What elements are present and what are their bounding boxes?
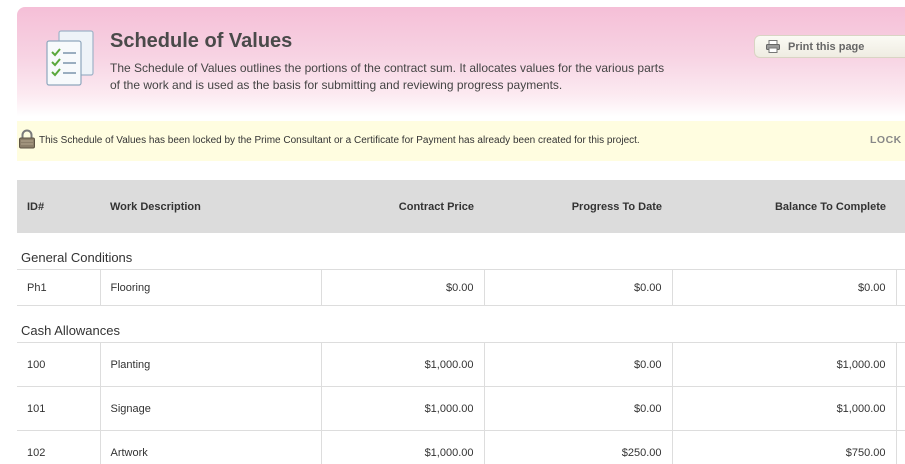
table-row[interactable]: 102 Artwork $1,000.00 $250.00 $750.00 — [17, 430, 905, 464]
table-row[interactable]: 101 Signage $1,000.00 $0.00 $1,000.00 — [17, 386, 905, 431]
print-page-button[interactable]: Print this page — [754, 35, 905, 58]
lock-link[interactable]: LOCK — [870, 134, 902, 146]
group-row: Cash Allowances — [17, 305, 905, 343]
group-name: General Conditions — [17, 233, 905, 270]
row-extra-cell — [895, 342, 905, 387]
row-contract-price: $1,000.00 — [320, 386, 484, 431]
column-header-progress-to-date[interactable]: Progress To Date — [484, 180, 672, 233]
column-header-id[interactable]: ID# — [17, 180, 100, 233]
row-balance-to-complete: $1,000.00 — [671, 342, 896, 387]
row-extra-cell — [895, 386, 905, 431]
column-header-work-description[interactable]: Work Description — [100, 180, 321, 233]
lock-notice: This Schedule of Values has been locked … — [17, 121, 905, 161]
table-row[interactable]: 100 Planting $1,000.00 $0.00 $1,000.00 — [17, 342, 905, 387]
padlock-icon — [19, 129, 35, 149]
column-header-contract-price[interactable]: Contract Price — [321, 180, 484, 233]
row-balance-to-complete: $0.00 — [671, 269, 896, 306]
column-header-extra — [896, 180, 905, 233]
printer-icon — [766, 40, 780, 53]
table-row[interactable]: Ph1 Flooring $0.00 $0.00 $0.00 — [17, 269, 905, 306]
row-contract-price: $0.00 — [320, 269, 484, 306]
row-progress-to-date: $0.00 — [483, 386, 672, 431]
row-description: Flooring — [99, 269, 321, 306]
row-progress-to-date: $0.00 — [483, 342, 672, 387]
row-id: 101 — [17, 386, 100, 431]
group-row: General Conditions — [17, 233, 905, 270]
page-description: The Schedule of Values outlines the port… — [110, 61, 665, 92]
row-contract-price: $1,000.00 — [320, 430, 484, 464]
group-name: Cash Allowances — [17, 305, 905, 343]
row-id: 100 — [17, 342, 100, 387]
row-description: Planting — [99, 342, 321, 387]
schedule-table-container: ID# Work Description Contract Price Prog… — [17, 180, 905, 464]
row-id: 102 — [17, 430, 100, 464]
row-progress-to-date: $0.00 — [483, 269, 672, 306]
row-description: Signage — [99, 386, 321, 431]
column-header-balance-to-complete[interactable]: Balance To Complete — [672, 180, 896, 233]
page-title: Schedule of Values — [110, 30, 293, 52]
page-header: Schedule of Values The Schedule of Value… — [17, 7, 905, 117]
row-progress-to-date: $250.00 — [483, 430, 672, 464]
row-contract-price: $1,000.00 — [320, 342, 484, 387]
page: Schedule of Values The Schedule of Value… — [0, 0, 905, 464]
table-header-row: ID# Work Description Contract Price Prog… — [17, 180, 905, 233]
print-page-label: Print this page — [788, 41, 865, 53]
row-description: Artwork — [99, 430, 321, 464]
row-balance-to-complete: $1,000.00 — [671, 386, 896, 431]
row-id: Ph1 — [17, 269, 100, 306]
schedule-document-icon — [46, 30, 94, 86]
row-balance-to-complete: $750.00 — [671, 430, 896, 464]
row-extra-cell — [895, 430, 905, 464]
schedule-of-values-table: ID# Work Description Contract Price Prog… — [17, 180, 905, 464]
row-extra-cell — [895, 269, 905, 306]
lock-notice-text: This Schedule of Values has been locked … — [39, 135, 640, 146]
